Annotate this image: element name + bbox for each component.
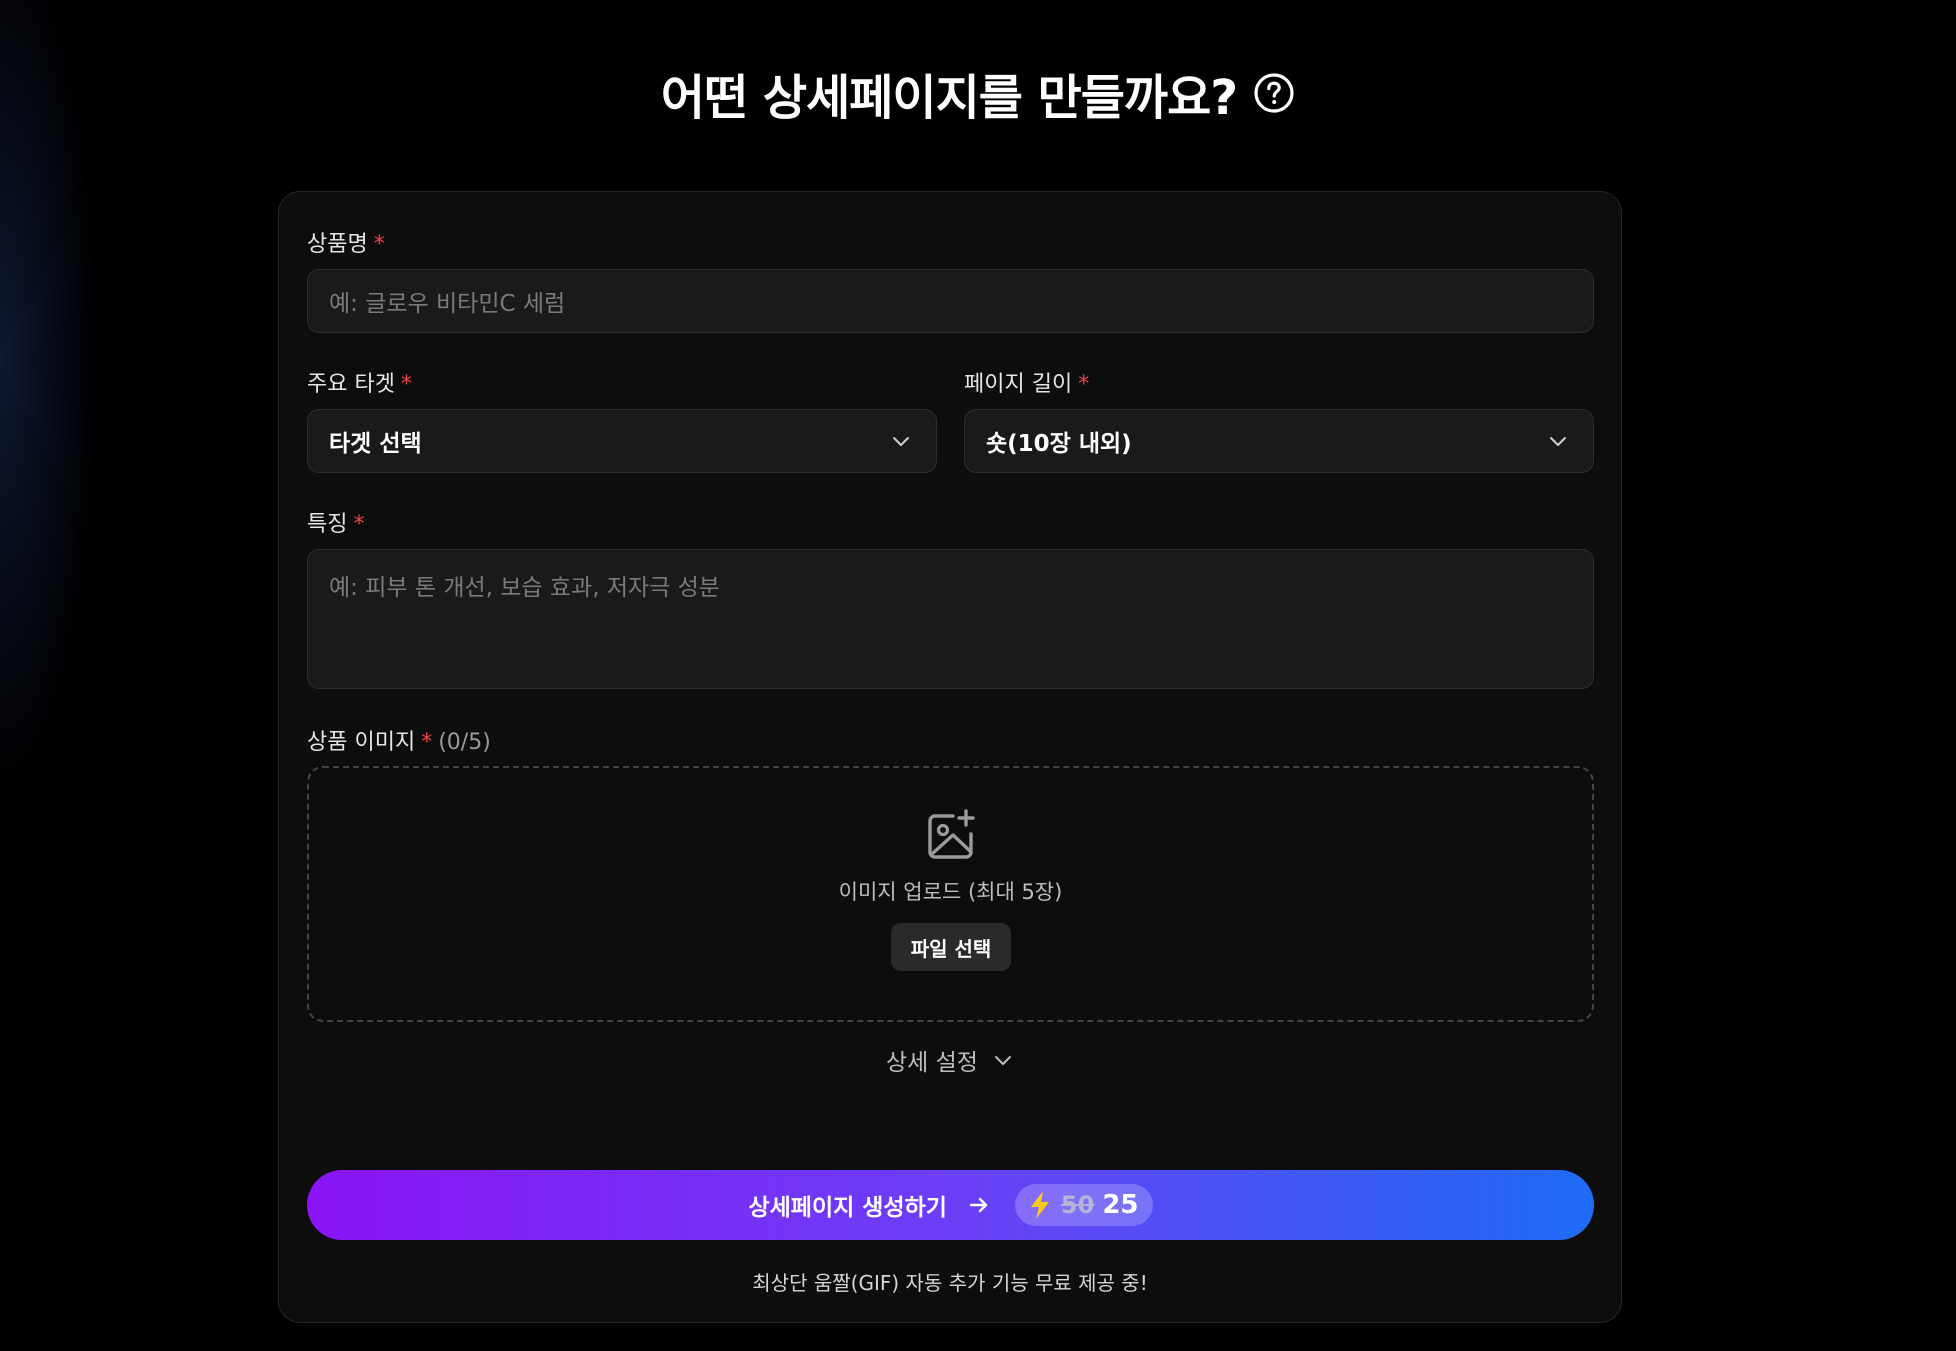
page-length-selected-value: 숏(10장 내외) bbox=[986, 431, 1132, 457]
arrow-right-icon bbox=[969, 1197, 988, 1213]
chevron-down-icon bbox=[893, 437, 909, 446]
credit-cost-badge: 50 25 bbox=[1014, 1184, 1153, 1226]
form-card: 상품명 * 예: 글로우 비타민C 세럼 주요 타겟 * 타겟 선택 페이지 길이 *… bbox=[278, 191, 1622, 1323]
chevron-down-icon bbox=[994, 1056, 1011, 1065]
features-placeholder: 예: 피부 톤 개선, 보습 효과, 저자극 성분 bbox=[329, 575, 720, 601]
advanced-settings-label: 상세 설정 bbox=[886, 1050, 978, 1076]
required-mark: * bbox=[421, 730, 433, 755]
image-count: (0/5) bbox=[438, 730, 491, 755]
images-label: 상품 이미지 * (0/5) bbox=[307, 730, 491, 755]
lightning-bolt-icon bbox=[1030, 1191, 1049, 1219]
generate-button-label: 상세페이지 생성하기 bbox=[748, 1195, 947, 1221]
question-circle-icon[interactable] bbox=[1253, 72, 1295, 114]
target-label: 주요 타겟 * bbox=[307, 372, 412, 397]
generate-button[interactable]: 상세페이지 생성하기 50 25 bbox=[307, 1170, 1594, 1240]
features-textarea[interactable]: 예: 피부 톤 개선, 보습 효과, 저자극 성분 bbox=[307, 549, 1594, 689]
upload-instructions: 이미지 업로드 (최대 5장) bbox=[838, 880, 1063, 904]
target-selected-value: 타겟 선택 bbox=[329, 431, 422, 457]
features-label: 특징 * bbox=[307, 512, 365, 537]
required-mark: * bbox=[400, 372, 412, 397]
page-length-label: 페이지 길이 * bbox=[964, 372, 1090, 397]
product-name-label: 상품명 * bbox=[307, 232, 385, 257]
product-name-input[interactable]: 예: 글로우 비타민C 세럼 bbox=[307, 269, 1594, 333]
original-credit-cost: 50 bbox=[1060, 1191, 1095, 1219]
image-plus-icon bbox=[928, 809, 975, 859]
target-select[interactable]: 타겟 선택 bbox=[307, 409, 937, 473]
required-mark: * bbox=[353, 512, 365, 537]
product-name-placeholder: 예: 글로우 비타민C 세럼 bbox=[329, 291, 566, 317]
required-mark: * bbox=[1078, 372, 1090, 397]
advanced-settings-toggle[interactable]: 상세 설정 bbox=[279, 1043, 1621, 1077]
page-length-select[interactable]: 숏(10장 내외) bbox=[964, 409, 1594, 473]
discounted-credit-cost: 25 bbox=[1102, 1190, 1139, 1220]
image-dropzone[interactable]: 이미지 업로드 (최대 5장) 파일 선택 bbox=[307, 766, 1594, 1022]
page-header: 어떤 상세페이지를 만들까요? bbox=[0, 58, 1956, 128]
promo-text: 최상단 움짤(GIF) 자동 추가 기능 무료 제공 중! bbox=[752, 1271, 1148, 1295]
required-mark: * bbox=[373, 232, 385, 257]
page-title: 어떤 상세페이지를 만들까요? bbox=[660, 70, 1238, 126]
chevron-down-icon bbox=[1550, 437, 1566, 446]
file-select-button[interactable]: 파일 선택 bbox=[891, 923, 1011, 971]
